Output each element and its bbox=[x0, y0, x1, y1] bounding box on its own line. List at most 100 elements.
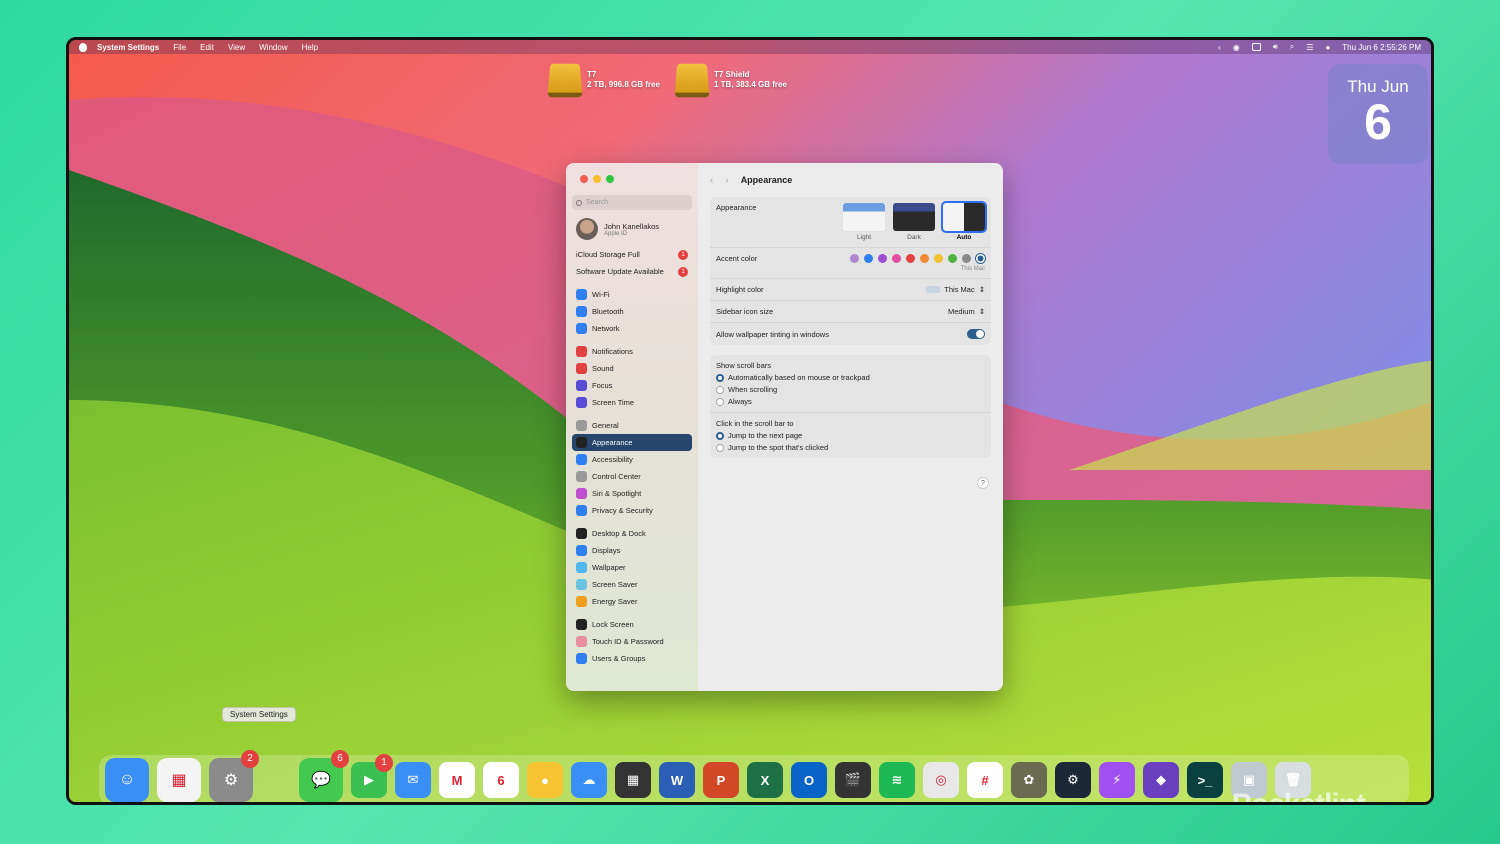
zoom-button[interactable] bbox=[606, 175, 614, 183]
forward-chevron-icon[interactable]: › bbox=[725, 175, 728, 186]
drive-t7-shield[interactable]: T7 Shield 1 TB, 383.4 GB free bbox=[674, 62, 787, 98]
icon-size-popup[interactable]: Medium ⇕ bbox=[948, 307, 985, 316]
appearance-icon bbox=[576, 437, 587, 448]
alert-icloud-storage[interactable]: iCloud Storage Full 1 bbox=[572, 246, 692, 263]
apple-menu-icon[interactable] bbox=[79, 42, 87, 52]
sidebar-item-energy-saver[interactable]: Energy Saver bbox=[572, 593, 692, 610]
sidebar-item-network[interactable]: Network bbox=[572, 320, 692, 337]
gmail-icon[interactable]: M bbox=[439, 762, 475, 798]
siri-menu-icon[interactable]: ● bbox=[1325, 43, 1330, 52]
excel-icon[interactable]: X bbox=[747, 762, 783, 798]
sidebar-item-sound[interactable]: Sound bbox=[572, 360, 692, 377]
close-button[interactable] bbox=[580, 175, 588, 183]
sidebar-item-bluetooth[interactable]: Bluetooth bbox=[572, 303, 692, 320]
sidebar-item-appearance[interactable]: Appearance bbox=[572, 434, 692, 451]
accent-color-swatch[interactable] bbox=[892, 254, 901, 263]
highlight-color-popup[interactable]: This Mac ⇕ bbox=[926, 285, 985, 294]
accent-color-swatch[interactable] bbox=[934, 254, 943, 263]
facetime-icon[interactable]: ▶ 1 bbox=[351, 754, 393, 798]
accent-color-swatch[interactable] bbox=[948, 254, 957, 263]
chrome-icon[interactable]: ◎ bbox=[923, 762, 959, 798]
terminal-icon[interactable]: >_ bbox=[1187, 762, 1223, 798]
sidebar-item-focus[interactable]: Focus bbox=[572, 377, 692, 394]
weather-icon[interactable]: ☁ bbox=[571, 762, 607, 798]
gimp-icon[interactable]: ✿ bbox=[1011, 762, 1047, 798]
steam-icon[interactable]: ⚙ bbox=[1055, 762, 1091, 798]
appearance-dark-option[interactable]: Dark bbox=[893, 203, 935, 241]
radio-option[interactable]: Automatically based on mouse or trackpad bbox=[716, 373, 985, 382]
radio-button[interactable] bbox=[716, 385, 724, 394]
date-widget[interactable]: Thu Jun 6 bbox=[1328, 64, 1428, 164]
input-source-icon[interactable] bbox=[1251, 43, 1261, 51]
appearance-auto-option[interactable]: Auto bbox=[941, 201, 987, 241]
sidebar-item-control-center[interactable]: Control Center bbox=[572, 468, 692, 485]
back-chevron-icon[interactable]: ‹ bbox=[710, 175, 713, 186]
tinting-toggle[interactable] bbox=[967, 329, 985, 339]
outlook-icon[interactable]: O bbox=[791, 762, 827, 798]
sidebar-item-touch-id-password[interactable]: Touch ID & Password bbox=[572, 633, 692, 650]
radio-option[interactable]: When scrolling bbox=[716, 385, 985, 394]
sidebar-item-general[interactable]: General bbox=[572, 417, 692, 434]
accent-color-swatch[interactable] bbox=[850, 254, 859, 263]
sidebar-item-wallpaper[interactable]: Wallpaper bbox=[572, 559, 692, 576]
mail-icon[interactable]: ✉ bbox=[395, 762, 431, 798]
help-button[interactable]: ? bbox=[977, 477, 989, 489]
sidebar-item-siri-spotlight[interactable]: Siri & Spotlight bbox=[572, 485, 692, 502]
appearance-light-option[interactable]: Light bbox=[843, 203, 885, 241]
accent-color-swatch[interactable] bbox=[976, 254, 985, 263]
calculator-icon[interactable]: ▦ bbox=[615, 762, 651, 798]
drive-t7[interactable]: T7 2 TB, 996.8 GB free bbox=[547, 62, 660, 98]
finder-icon[interactable]: ☺ bbox=[105, 758, 149, 802]
radio-option[interactable]: Jump to the spot that's clicked bbox=[716, 443, 985, 452]
sidebar-item-screen-time[interactable]: Screen Time bbox=[572, 394, 692, 411]
chevron-left-icon[interactable]: ‹ bbox=[1218, 43, 1221, 52]
powerpoint-icon[interactable]: P bbox=[703, 762, 739, 798]
accent-color-swatch[interactable] bbox=[962, 254, 971, 263]
messenger-icon[interactable]: ⚡ bbox=[1099, 762, 1135, 798]
spotlight-icon[interactable]: ⌕ bbox=[1290, 42, 1294, 52]
radio-button[interactable] bbox=[716, 397, 724, 406]
spotify-icon[interactable]: ≋ bbox=[879, 762, 915, 798]
sidebar-item-lock-screen[interactable]: Lock Screen bbox=[572, 616, 692, 633]
radio-option[interactable]: Always bbox=[716, 397, 985, 406]
sidebar-item-desktop-dock[interactable]: Desktop & Dock bbox=[572, 525, 692, 542]
menu-edit[interactable]: Edit bbox=[200, 43, 214, 52]
sidebar-item-users-groups[interactable]: Users & Groups bbox=[572, 650, 692, 667]
alert-software-update[interactable]: Software Update Available 1 bbox=[572, 263, 692, 280]
radio-option[interactable]: Jump to the next page bbox=[716, 431, 985, 440]
menu-view[interactable]: View bbox=[228, 43, 245, 52]
sidebar-item-screen-saver[interactable]: Screen Saver bbox=[572, 576, 692, 593]
radio-button[interactable] bbox=[716, 443, 724, 452]
accent-color-swatch[interactable] bbox=[920, 254, 929, 263]
final-cut-icon[interactable]: 🎬 bbox=[835, 762, 871, 798]
slack-icon[interactable]: # bbox=[967, 762, 1003, 798]
messages-icon[interactable]: 💬 6 bbox=[299, 750, 349, 802]
radio-button[interactable] bbox=[716, 431, 724, 440]
affinity-icon[interactable]: ◆ bbox=[1143, 762, 1179, 798]
menu-file[interactable]: File bbox=[173, 43, 186, 52]
sidebar-item-wi-fi[interactable]: Wi-Fi bbox=[572, 286, 692, 303]
menu-clock[interactable]: Thu Jun 6 2:55:26 PM bbox=[1342, 43, 1421, 52]
search-input[interactable]: Search bbox=[572, 195, 692, 210]
sidebar-item-notifications[interactable]: Notifications bbox=[572, 343, 692, 360]
launchpad-icon[interactable]: ▦ bbox=[157, 758, 201, 802]
apple-id-account[interactable]: John Kanellakos Apple ID bbox=[572, 218, 692, 240]
accent-color-swatch[interactable] bbox=[906, 254, 915, 263]
accent-color-swatch[interactable] bbox=[878, 254, 887, 263]
calendar-icon[interactable]: 6 bbox=[483, 762, 519, 798]
minimize-button[interactable] bbox=[593, 175, 601, 183]
notes-icon[interactable]: ● bbox=[527, 762, 563, 798]
sidebar-item-displays[interactable]: Displays bbox=[572, 542, 692, 559]
word-icon[interactable]: W bbox=[659, 762, 695, 798]
sidebar-item-accessibility[interactable]: Accessibility bbox=[572, 451, 692, 468]
menu-window[interactable]: Window bbox=[259, 43, 287, 52]
sidebar-item-privacy-security[interactable]: Privacy & Security bbox=[572, 502, 692, 519]
system-settings-icon[interactable]: ⚙ 2 bbox=[209, 750, 259, 802]
control-center-menu-icon[interactable]: ☰ bbox=[1306, 43, 1313, 52]
volume-icon[interactable]: 🔊︎ bbox=[1273, 42, 1278, 52]
menu-help[interactable]: Help bbox=[302, 43, 318, 52]
radio-button[interactable] bbox=[716, 373, 724, 382]
menu-app-name[interactable]: System Settings bbox=[97, 43, 159, 52]
status-icon[interactable]: ◉ bbox=[1233, 43, 1240, 52]
accent-color-swatch[interactable] bbox=[864, 254, 873, 263]
